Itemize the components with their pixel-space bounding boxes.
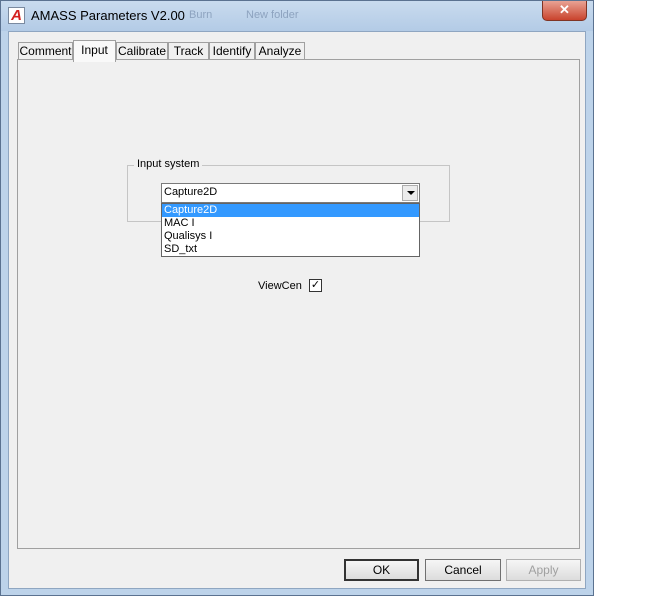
dropdown-option-capture2d[interactable]: Capture2D <box>162 204 419 217</box>
dialog-window: A AMASS Parameters V2.00 Burn New folder… <box>0 0 594 596</box>
tab-input[interactable]: Input <box>73 40 116 62</box>
viewcen-label: ViewCen <box>258 280 302 292</box>
input-system-select[interactable]: Capture2D <box>161 183 420 203</box>
dialog-client-area: Comment Input Calibrate Track Identify A… <box>8 31 586 589</box>
background-window-text: New folder <box>246 9 299 21</box>
amass-app-icon: A <box>8 7 25 24</box>
dropdown-option-sd-txt[interactable]: SD_txt <box>162 243 419 256</box>
cancel-button[interactable]: Cancel <box>425 559 501 581</box>
viewcen-checkbox[interactable]: ✓ <box>309 279 322 292</box>
dropdown-option-mac-i[interactable]: MAC I <box>162 217 419 230</box>
dropdown-option-qualisys-i[interactable]: Qualisys I <box>162 230 419 243</box>
close-button[interactable]: ✕ <box>542 1 587 21</box>
window-title: AMASS Parameters V2.00 <box>31 8 185 23</box>
ok-button[interactable]: OK <box>344 559 419 581</box>
apply-button[interactable]: Apply <box>506 559 581 581</box>
input-system-value: Capture2D <box>164 186 218 198</box>
input-tab-page: Input system Capture2D Capture2D MAC I Q… <box>17 59 580 549</box>
chevron-down-icon[interactable] <box>402 185 418 201</box>
background-window-text: Burn <box>189 9 213 21</box>
title-bar[interactable]: A AMASS Parameters V2.00 Burn New folder… <box>1 1 593 31</box>
input-system-label: Input system <box>134 158 203 170</box>
input-system-dropdown-list: Capture2D MAC I Qualisys I SD_txt <box>161 203 420 257</box>
